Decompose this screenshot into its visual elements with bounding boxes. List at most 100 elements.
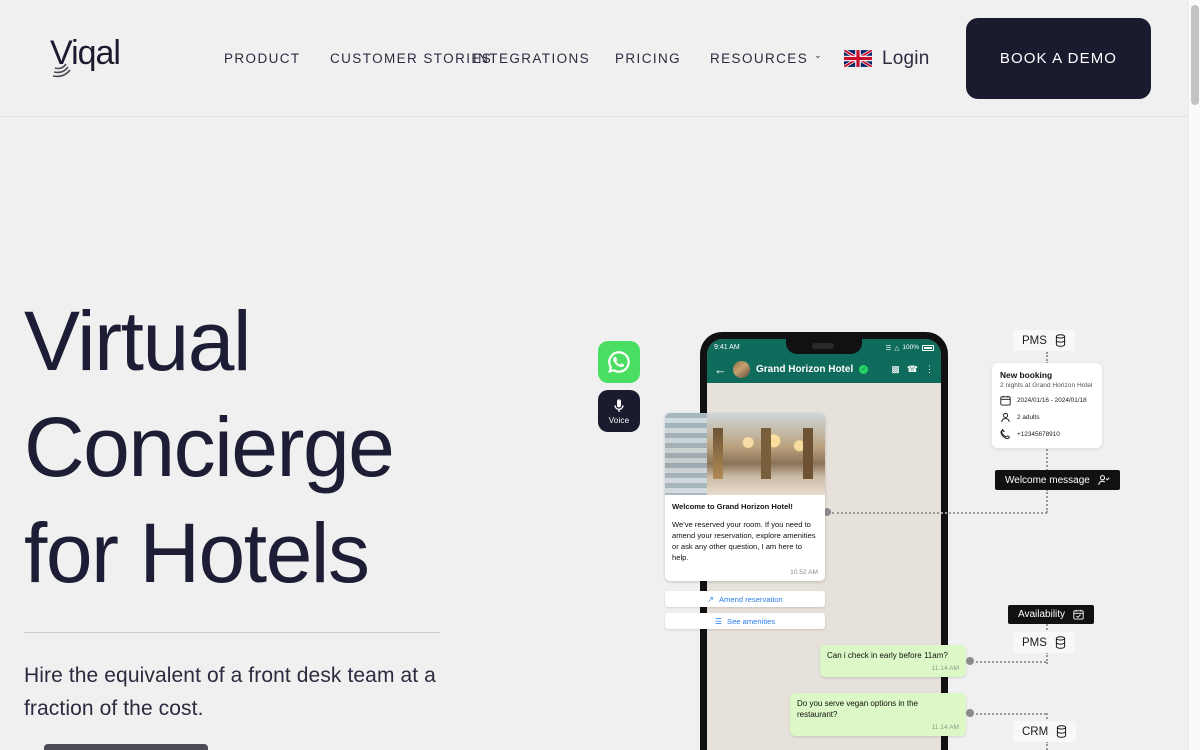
chat-bubble-vegan: Do you serve vegan options in the restau… [790,693,966,736]
user-check-icon [1098,475,1110,485]
kebab-menu-icon[interactable]: ⋮ [925,364,934,375]
nav-item-resources-label: RESOURCES [710,50,809,66]
chip-welcome-label: Welcome message [1005,474,1090,486]
bubble-time: 11.14 AM [931,665,959,672]
connector-node-bubble1 [966,657,974,665]
avatar [733,361,750,378]
chip-pms-top-label: PMS [1022,334,1047,347]
new-booking-card: New booking 2 nights at Grand Horizon Ho… [992,363,1102,448]
hero-subtitle: Hire the equivalent of a front desk team… [24,664,436,720]
calendar-check-icon [1073,609,1084,620]
welcome-card-time: 10.52 AM [790,569,818,576]
voice-badge[interactable]: Voice [598,390,640,432]
page-scrollbar[interactable] [1188,0,1200,750]
connector-crm-down [1046,741,1048,750]
calendar-icon [1000,395,1011,406]
hero-section: Virtual Concierge for Hotels Hire the eq… [24,288,464,725]
booking-card-subtitle: 2 nights at Grand Horizon Hotel [1000,382,1093,389]
nav-item-pricing[interactable]: PRICING [615,49,681,69]
chat-contact-name: Grand Horizon Hotel [756,364,854,375]
hero-title-line-3: for Hotels [24,506,370,600]
phone-icon[interactable]: ☎ [907,364,918,375]
viqal-logo[interactable]: Viqal [48,30,148,86]
status-indicators: ☰ △ 100% [886,344,934,352]
hero-title-line-1: Virtual [24,294,252,388]
login-group[interactable]: Login [844,0,930,117]
welcome-card-title: Welcome to Grand Horizon Hotel! [672,502,793,511]
voice-badge-label: Voice [608,416,630,425]
list-icon: ☰ [714,616,723,626]
chip-pms-top: PMS [1013,330,1075,351]
viqal-logo-icon: Viqal [50,34,121,78]
uk-flag-icon [844,50,872,67]
nav-item-product[interactable]: PRODUCT [224,49,301,69]
booking-row-guests: 2 adults [1000,412,1094,423]
phone-icon [1000,429,1011,440]
signal-icon: ☰ [885,344,892,352]
page-title: Virtual Concierge for Hotels [24,288,464,606]
chip-availability: Availability [1008,605,1095,624]
chip-pms-bottom: PMS [1013,632,1075,653]
welcome-message-card: Welcome to Grand Horizon Hotel! We've re… [665,413,825,581]
chat-bubble-checkin: Can i check in early before 11am? 11.14 … [820,645,966,677]
booking-dates-value: 2024/01/16 - 2024/01/18 [1017,397,1087,404]
phone-notch [786,339,862,354]
microphone-icon [614,399,624,412]
connector-booking-welcome [1046,444,1048,471]
bubble-time: 11.14 AM [931,724,959,731]
welcome-card-body: We've reserved your room. If you need to… [672,520,816,562]
bubble-text: Can i check in early before 11am? [827,651,948,660]
connector-bubble1 [976,661,1046,663]
whatsapp-icon [608,351,630,373]
connector-node-bubble2 [966,709,974,717]
chat-header: ← Grand Horizon Hotel ✓ ▩ ☎ ⋮ [707,356,941,383]
chip-availability-label: Availability [1018,609,1066,620]
hero-title-line-2: Concierge [24,400,395,494]
site-header: Viqal PRODUCT CUSTOMER STORIES INTEGRATI… [0,0,1190,117]
divider [24,632,440,633]
video-camera-icon[interactable]: ▩ [891,364,900,375]
database-icon [1055,636,1066,649]
chip-welcome-message: Welcome message [995,470,1120,490]
booking-row-phone: +12345678910 [1000,429,1094,440]
nav-item-integrations[interactable]: INTEGRATIONS [473,49,590,69]
book-a-demo-button[interactable]: BOOK A DEMO [966,18,1151,99]
login-link[interactable]: Login [882,48,930,70]
amend-reservation-button[interactable]: ↗ Amend reservation [665,591,825,607]
external-link-icon: ↗ [707,594,714,604]
chip-pms-bottom-label: PMS [1022,636,1047,649]
database-icon [1057,725,1067,738]
nav-item-resources[interactable]: RESOURCES ⌄ [710,49,823,69]
connector-welcome [832,512,1047,514]
status-time: 9:41 AM [714,344,740,351]
welcome-card-text: Welcome to Grand Horizon Hotel! We've re… [665,495,825,567]
svg-text:Viqal: Viqal [50,34,120,72]
booking-guests-value: 2 adults [1017,414,1040,421]
chevron-down-icon: ⌄ [814,49,824,60]
database-icon [1055,334,1066,347]
verified-check-icon: ✓ [859,365,869,374]
see-amenities-button[interactable]: ☰ See amenities [665,613,825,629]
connector-bubble2 [976,713,1046,715]
booking-card-title: New booking [1000,370,1053,380]
chip-crm: CRM [1013,721,1077,742]
connector-welcome-down [1046,489,1048,513]
hero-cta-button[interactable] [44,744,208,750]
bubble-text: Do you serve vegan options in the restau… [797,699,918,719]
chat-header-actions: ▩ ☎ ⋮ [891,364,934,375]
whatsapp-badge[interactable] [598,341,640,383]
booking-row-dates: 2024/01/16 - 2024/01/18 [1000,395,1094,406]
connector-pms-down [1046,652,1048,664]
person-icon [1001,412,1010,423]
battery-icon [922,344,934,351]
booking-phone-value: +12345678910 [1017,431,1060,438]
see-amenities-label: See amenities [727,616,776,626]
battery-percent: 100% [902,344,919,351]
chip-crm-label: CRM [1022,725,1049,738]
scrollbar-thumb[interactable] [1191,5,1199,105]
wifi-icon: △ [894,344,900,352]
nav-item-customer-stories[interactable]: CUSTOMER STORIES [330,49,491,69]
hotel-lobby-photo [665,413,825,495]
arrow-left-icon[interactable]: ← [714,363,727,376]
amend-reservation-label: Amend reservation [718,594,783,604]
